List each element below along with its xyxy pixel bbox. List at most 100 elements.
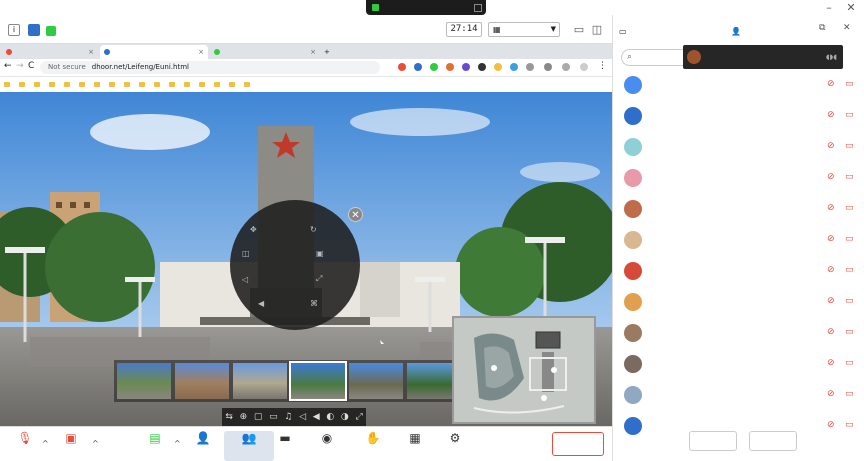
window-minimize-icon[interactable]: –	[822, 0, 836, 15]
tab-members[interactable]: 👤	[731, 23, 744, 39]
camera-off-icon[interactable]: ▭	[845, 141, 854, 151]
rotate-right-icon[interactable]: ◑	[341, 412, 349, 422]
close-icon[interactable]: ✕	[843, 23, 851, 33]
close-icon[interactable]: ×	[198, 45, 204, 59]
camera-off-icon[interactable]: ▭	[845, 110, 854, 120]
camera-off-icon[interactable]: ▭	[845, 234, 854, 244]
extension-icon[interactable]	[494, 63, 502, 71]
address-bar[interactable]: Not secure dhoor.net/Leifeng/Euni.html	[40, 61, 380, 74]
signal-icon[interactable]	[46, 26, 56, 36]
extension-icon[interactable]	[414, 63, 422, 71]
radial-menu-item[interactable]: ✥	[250, 222, 300, 236]
extension-icon[interactable]	[462, 63, 470, 71]
mic-off-icon[interactable]: ⊘	[827, 234, 835, 244]
bookmark-item[interactable]	[109, 82, 117, 87]
mic-off-icon[interactable]: ⊘	[827, 420, 835, 430]
chevron-up-icon[interactable]: ^	[92, 439, 100, 448]
leave-button[interactable]	[749, 431, 797, 451]
participant-row[interactable]: ⊘ ▭	[613, 224, 864, 255]
bookmark-item[interactable]	[79, 82, 87, 87]
scene-thumbnail[interactable]	[349, 363, 403, 399]
layout-icon[interactable]: ▭	[572, 22, 586, 37]
bookmark-item[interactable]	[4, 82, 12, 87]
camera-off-icon[interactable]: ▭	[845, 265, 854, 275]
video-button[interactable]: ▣	[46, 431, 96, 461]
window-close-icon[interactable]: ✕	[844, 0, 858, 15]
extension-icon[interactable]	[430, 63, 438, 71]
bookmark-item[interactable]	[19, 82, 27, 87]
bookmark-item[interactable]	[169, 82, 177, 87]
radial-menu-item[interactable]: ⤢	[316, 272, 366, 286]
close-icon[interactable]: ×	[310, 45, 316, 59]
bookmark-item[interactable]	[94, 82, 102, 87]
bookmark-item[interactable]	[184, 82, 192, 87]
camera-off-icon[interactable]: ▭	[845, 420, 854, 430]
participant-row[interactable]: ⊘ ▭	[613, 131, 864, 162]
bookmark-item[interactable]	[64, 82, 72, 87]
participant-row[interactable]: ⊘ ▭	[613, 193, 864, 224]
scene-thumbnail[interactable]	[117, 363, 171, 399]
record-button[interactable]: ◉	[302, 431, 352, 461]
rotate-left-icon[interactable]: ◐	[326, 412, 334, 422]
bookmark-item[interactable]	[199, 82, 207, 87]
picture-icon[interactable]: ▢	[254, 412, 263, 422]
camera-off-icon[interactable]: ▭	[845, 79, 854, 89]
popout-icon[interactable]: ⧉	[819, 23, 825, 33]
camera-off-icon[interactable]: ▭	[845, 358, 854, 368]
mic-off-icon[interactable]: ⊘	[827, 141, 835, 151]
forward-icon[interactable]: →	[16, 61, 24, 71]
shield-icon[interactable]	[28, 24, 40, 36]
back-icon[interactable]: ←	[4, 61, 12, 71]
participant-row[interactable]: ⊘ ▭	[613, 162, 864, 193]
extension-icon[interactable]	[510, 63, 518, 71]
site-minimap[interactable]	[452, 316, 596, 424]
extension-icon[interactable]	[398, 63, 406, 71]
sound-icon[interactable]: ◁	[299, 412, 306, 422]
participant-row[interactable]: ⊘ ▭	[613, 317, 864, 348]
radial-menu-item[interactable]: ◁	[242, 272, 292, 286]
mic-off-icon[interactable]: ⊘	[827, 265, 835, 275]
screen-share-status[interactable]	[366, 0, 486, 15]
bookmark-item[interactable]	[229, 82, 237, 87]
camera-off-icon[interactable]: ▭	[845, 389, 854, 399]
scene-thumbnail-selected[interactable]	[289, 361, 347, 401]
info-icon[interactable]: i	[8, 24, 20, 36]
participant-row[interactable]: ⊘ ▭	[613, 379, 864, 410]
participant-row[interactable]: ⊘ ▭	[613, 286, 864, 317]
bookmark-item[interactable]	[214, 82, 222, 87]
minimize-icon[interactable]	[620, 0, 634, 15]
camera-off-icon[interactable]: ▭	[845, 296, 854, 306]
extension-icon[interactable]	[478, 63, 486, 71]
bookmark-item[interactable]	[49, 82, 57, 87]
bookmark-item[interactable]	[124, 82, 132, 87]
mic-off-icon[interactable]: ⊘	[827, 203, 835, 213]
extension-icon[interactable]	[544, 63, 552, 71]
radial-menu-item[interactable]: ◀	[258, 296, 308, 310]
close-menu-button[interactable]: ✕	[348, 207, 363, 222]
mic-off-icon[interactable]: ⊘	[827, 389, 835, 399]
mic-off-icon[interactable]: ⊘	[827, 358, 835, 368]
participant-row[interactable]: ⊘ ▭	[613, 255, 864, 286]
browser-tab-3[interactable]: ×	[210, 45, 320, 59]
fullscreen-icon[interactable]: ◫	[590, 22, 604, 37]
bookmark-item[interactable]	[139, 82, 147, 87]
menu-icon[interactable]: ⋮	[598, 61, 607, 71]
participant-row[interactable]: ⊘ ▭	[613, 348, 864, 379]
camera-off-icon[interactable]: ▭	[845, 203, 854, 213]
history-icon[interactable]	[562, 63, 570, 71]
new-tab-button[interactable]: +	[320, 45, 332, 59]
scene-thumbnail[interactable]	[233, 363, 287, 399]
extension-icon[interactable]	[446, 63, 454, 71]
share-screen-button[interactable]: ▤	[130, 431, 180, 461]
participant-row[interactable]: ⊘ ▭	[613, 69, 864, 100]
mic-off-icon[interactable]: ⊘	[827, 296, 835, 306]
end-meeting-button[interactable]	[552, 432, 604, 456]
fullscreen-icon[interactable]: ⤢	[355, 412, 362, 422]
music-icon[interactable]: ♫	[284, 412, 292, 422]
mic-off-icon[interactable]: ⊘	[827, 110, 835, 120]
radial-menu-item[interactable]: ▣	[316, 246, 366, 260]
participant-row[interactable]: ⊘ ▭	[613, 100, 864, 131]
mic-off-icon[interactable]: ⊘	[827, 172, 835, 182]
thumbnail-icon[interactable]: ▭	[269, 412, 278, 422]
browser-tab-2[interactable]: ×	[100, 45, 208, 59]
